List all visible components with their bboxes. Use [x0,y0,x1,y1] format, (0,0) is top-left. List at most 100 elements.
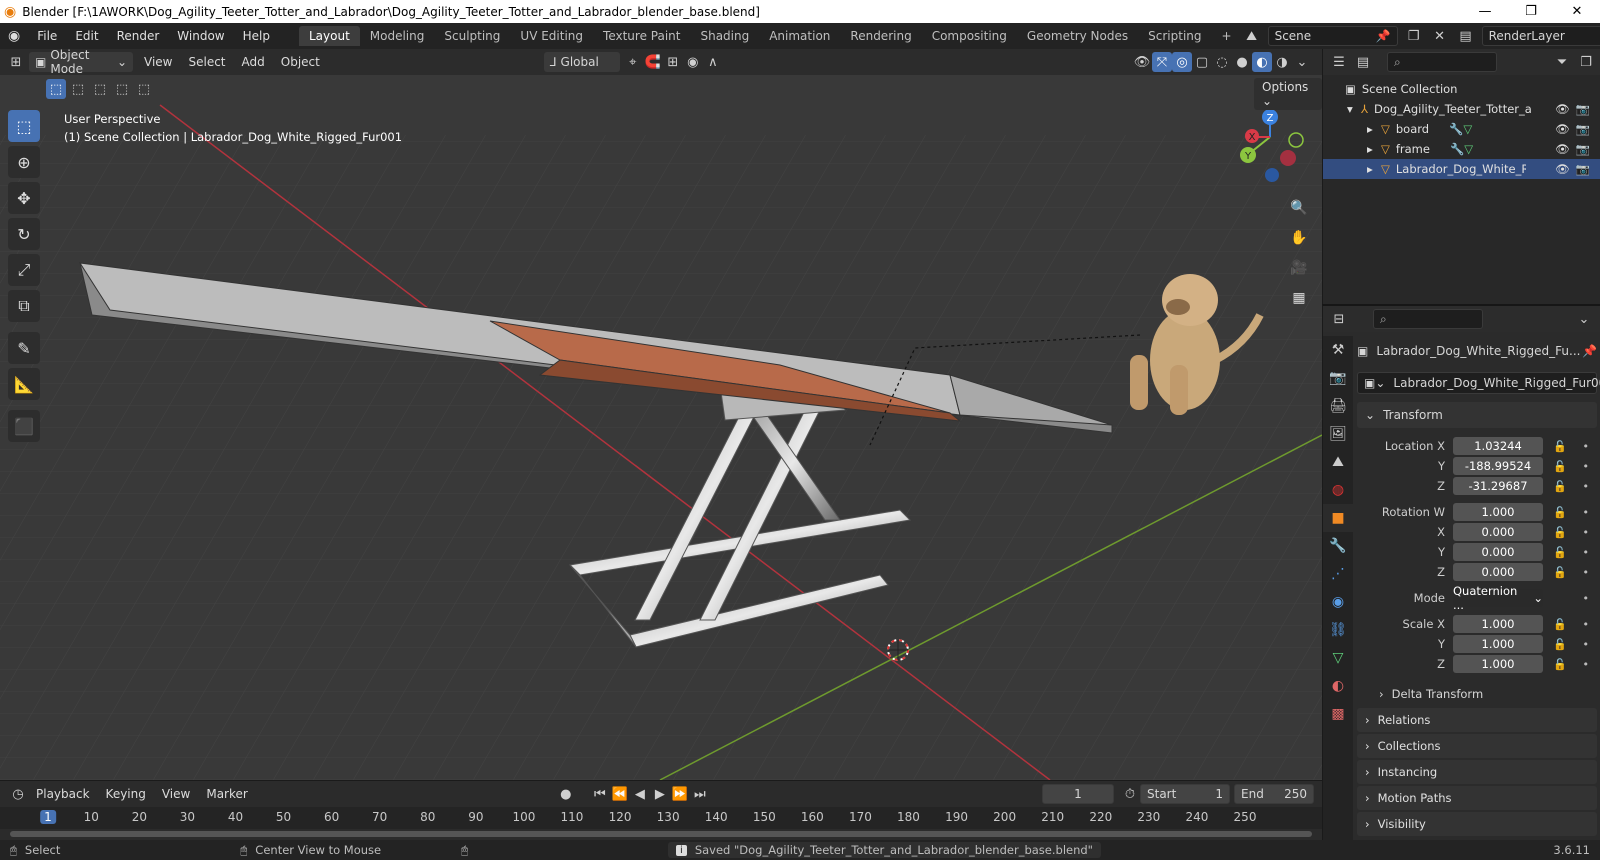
particles-tab-icon[interactable]: ⋰ [1323,560,1353,588]
keyframe-dot-icon[interactable]: • [1583,480,1590,493]
tab-modeling[interactable]: Modeling [360,26,435,46]
current-frame-field[interactable]: 1 [1042,784,1114,804]
shading-material-icon[interactable]: ◐ [1252,52,1272,72]
pin-icon[interactable]: 📌 [1376,29,1391,43]
add-workspace-button[interactable]: + [1212,26,1242,46]
menu-playback[interactable]: Playback [28,787,98,801]
snap-icon[interactable]: 🧲 [643,52,663,72]
object-tab-icon[interactable]: ■ [1323,504,1353,532]
constraints-tab-icon[interactable]: ⛓ [1323,616,1353,644]
menu-edit[interactable]: Edit [66,29,107,43]
delta-transform-panel[interactable]: › Delta Transform [1357,682,1597,706]
prev-keyframe-icon[interactable]: ⏪ [610,784,630,804]
scale-tool[interactable]: ⤢ [8,254,40,286]
lock-icon[interactable]: 🔓 [1553,546,1567,559]
tab-rendering[interactable]: Rendering [840,26,921,46]
move-tool[interactable]: ✥ [8,182,40,214]
motion-paths-panel[interactable]: › Motion Paths [1357,786,1597,810]
keyframe-dot-icon[interactable]: • [1583,440,1590,453]
modifier-tab-icon[interactable]: 🔧 [1323,532,1353,560]
instancing-panel[interactable]: › Instancing [1357,760,1597,784]
lock-icon[interactable]: 🔓 [1553,440,1567,453]
play-reverse-icon[interactable]: ◀ [630,784,650,804]
jump-start-icon[interactable]: ⏮ [590,784,610,804]
tab-compositing[interactable]: Compositing [922,26,1017,46]
falloff-icon[interactable]: ∧ [703,52,723,72]
camera-icon[interactable]: 📷 [1576,102,1590,116]
scale-z-field[interactable]: 1.000 [1453,655,1543,673]
lock-icon[interactable]: 🔓 [1553,618,1567,631]
pin-icon[interactable]: 📌 [1582,344,1597,358]
keyframe-dot-icon[interactable]: • [1583,618,1590,631]
record-icon[interactable]: ● [556,784,576,804]
scene-selector[interactable]: Scene 📌 [1267,26,1398,46]
select-extend-icon[interactable]: ⬚ [68,79,88,99]
keyframe-dot-icon[interactable]: • [1583,566,1590,579]
keyframe-dot-icon[interactable]: • [1583,546,1590,559]
eye-icon[interactable]: 👁 [1555,162,1570,176]
transform-tool[interactable]: ⧉ [8,290,40,322]
object-name-field[interactable]: ▣⌄ Labrador_Dog_White_Rigged_Fur001 [1357,372,1600,394]
minimize-button[interactable]: — [1462,4,1508,19]
menu-object[interactable]: Object [273,55,328,69]
visibility-icon[interactable]: 👁 [1132,52,1152,72]
blender-menu-icon[interactable]: ◉ [0,28,28,44]
tab-sculpting[interactable]: Sculpting [434,26,510,46]
tab-shading[interactable]: Shading [690,26,759,46]
physics-tab-icon[interactable]: ◉ [1323,588,1353,616]
eye-icon[interactable]: 👁 [1555,102,1570,116]
camera-icon[interactable]: 📷 [1576,162,1590,176]
render-tab-icon[interactable]: 📷 [1323,364,1353,392]
3d-viewport[interactable]: Z Y X ⬚ ⬚ ⬚ ⬚ ⬚ Options ⌄ [0,75,1322,780]
lock-icon[interactable]: 🔓 [1553,638,1567,651]
tab-geometry-nodes[interactable]: Geometry Nodes [1017,26,1138,46]
snap-target-icon[interactable]: ⊞ [663,52,683,72]
timeline-editor-icon[interactable]: ◷ [8,784,28,804]
select-new-icon[interactable]: ⬚ [46,79,66,99]
scale-y-field[interactable]: 1.000 [1453,635,1543,653]
outliner-search-input[interactable]: ⌕ [1387,52,1497,72]
filter-icon[interactable]: ⏷ [1552,52,1572,72]
outliner-row-teeter-collection[interactable]: ▾ ⅄ Dog_Agility_Teeter_Totter_a 👁 📷 [1323,99,1600,119]
select-invert-icon[interactable]: ⬚ [112,79,132,99]
menu-render[interactable]: Render [108,29,169,43]
annotate-tool[interactable]: ✎ [8,332,40,364]
outliner-row-board[interactable]: ▸ ▽ board 🔧 ▽ 👁 📷 [1323,119,1600,139]
delete-scene-icon[interactable]: ✕ [1430,26,1450,46]
keyframe-dot-icon[interactable]: • [1583,506,1590,519]
outliner-row-scene-collection[interactable]: ▣ Scene Collection [1323,79,1600,99]
select-intersect-icon[interactable]: ⬚ [134,79,154,99]
world-tab-icon[interactable]: ◍ [1323,476,1353,504]
outliner-row-frame[interactable]: ▸ ▽ frame 🔧 ▽ 👁 📷 [1323,139,1600,159]
expand-arrow-icon[interactable]: ▸ [1367,142,1381,156]
proportional-edit-icon[interactable]: ◉ [683,52,703,72]
keyframe-dot-icon[interactable]: • [1583,526,1590,539]
lock-icon[interactable]: 🔓 [1553,526,1567,539]
keyframe-dot-icon[interactable]: • [1583,658,1590,671]
eye-icon[interactable]: 👁 [1555,142,1570,156]
cursor-tool[interactable]: ⊕ [8,146,40,178]
lock-icon[interactable]: 🔓 [1553,658,1567,671]
shading-rendered-icon[interactable]: ◑ [1272,52,1292,72]
timeline-scrollbar[interactable] [10,831,1312,837]
pivot-icon[interactable]: ⌖ [623,52,643,72]
gizmo-icon[interactable]: ⤧ [1152,52,1172,72]
shading-solid-icon[interactable]: ● [1232,52,1252,72]
camera-icon[interactable]: 📷 [1576,122,1590,136]
render-layer-selector[interactable]: RenderLayer [1481,26,1600,46]
location-z-field[interactable]: -31.29687 [1453,477,1543,495]
tab-layout[interactable]: Layout [298,26,360,46]
tab-scripting[interactable]: Scripting [1138,26,1211,46]
maximize-button[interactable]: ❐ [1508,4,1554,19]
timeline-ruler[interactable]: 1 10 20 30 40 50 60 70 80 90 100 110 120 130 140 150 160… [0,807,1322,829]
rotation-z-field[interactable]: 0.000 [1453,563,1543,581]
menu-keying[interactable]: Keying [98,787,154,801]
material-tab-icon[interactable]: ◐ [1323,672,1353,700]
relations-panel[interactable]: › Relations [1357,708,1597,732]
visibility-panel[interactable]: › Visibility [1357,812,1597,836]
menu-window[interactable]: Window [168,29,233,43]
tab-animation[interactable]: Animation [759,26,840,46]
orientation-dropdown[interactable]: ⅃ Global [543,52,620,72]
new-collection-icon[interactable]: ❐ [1576,52,1596,72]
lock-icon[interactable]: 🔓 [1553,460,1567,473]
